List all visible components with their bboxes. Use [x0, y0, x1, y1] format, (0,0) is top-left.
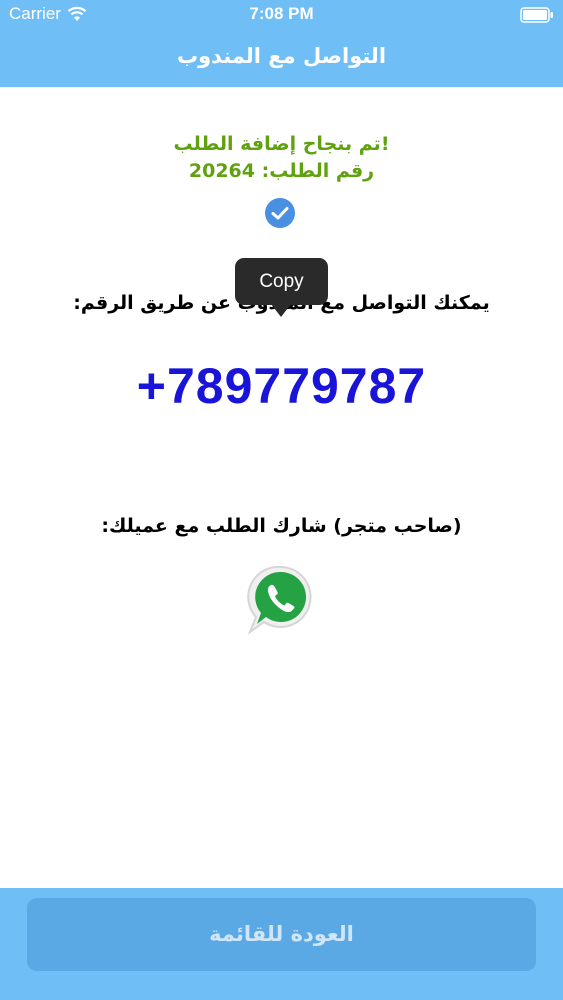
- order-success-message: تم بنجاح إضافة الطلب!: [173, 133, 390, 155]
- courier-phone-number[interactable]: +789779787: [0, 357, 563, 415]
- bottom-bar: العودة للقائمة: [0, 888, 563, 1000]
- copy-menu-button[interactable]: Copy: [235, 258, 328, 305]
- order-number-label: رقم الطلب:: [261, 160, 375, 182]
- check-circle-icon: [265, 198, 295, 228]
- navigation-bar: التواصل مع المندوب: [0, 30, 563, 87]
- order-number-line: رقم الطلب: 20264: [0, 158, 563, 184]
- battery-icon: [520, 7, 553, 23]
- whatsapp-icon[interactable]: [244, 562, 318, 636]
- back-to-list-button[interactable]: العودة للقائمة: [27, 898, 536, 971]
- status-time: 7:08 PM: [249, 4, 314, 23]
- share-instruction: (صاحب متجر) شارك الطلب مع عميلك:: [101, 515, 462, 537]
- page-title: التواصل مع المندوب: [176, 44, 387, 68]
- status-bar: Carrier 7:08 PM: [0, 0, 563, 30]
- copy-tooltip-arrow: [271, 304, 291, 317]
- order-number-value: 20264: [188, 160, 255, 182]
